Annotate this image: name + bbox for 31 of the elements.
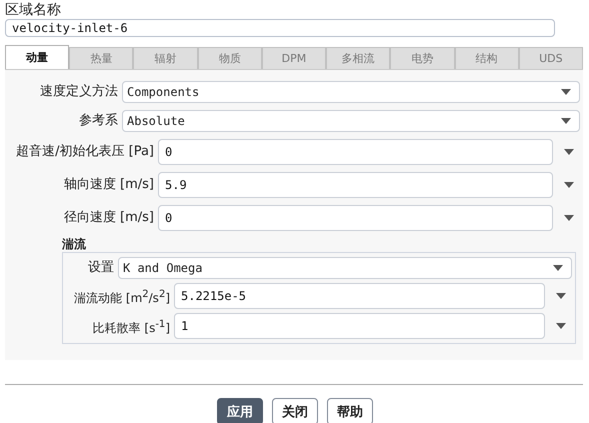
dialog-button[interactable]: 关闭: [272, 398, 318, 423]
dropdown[interactable]: Absolute: [122, 110, 580, 132]
caret-icon: [561, 118, 571, 124]
field-label: 径向速度 [m/s]: [62, 209, 155, 227]
field-label: 速度定义方法: [39, 83, 119, 101]
value-field[interactable]: 1: [174, 313, 545, 339]
value-field[interactable]: 0: [158, 139, 553, 165]
caret-icon[interactable]: [556, 293, 566, 299]
caret-icon[interactable]: [556, 323, 566, 329]
field-label: 参考系: [78, 112, 119, 130]
caret-icon[interactable]: [564, 182, 574, 188]
caret-icon[interactable]: [564, 215, 574, 221]
tab[interactable]: 动量: [5, 45, 70, 69]
field-label: 比耗散率 [s$^{-1}$]: [92, 318, 171, 336]
value-field[interactable]: 0: [158, 205, 553, 231]
caret-icon: [553, 265, 563, 271]
value-field[interactable]: 5.9: [158, 172, 553, 198]
group-title: 湍流: [62, 236, 87, 252]
caret-icon: [561, 89, 571, 95]
field-label: 超音速/初始化表压 [Pa]: [15, 143, 155, 161]
dialog-button[interactable]: 帮助: [327, 398, 373, 423]
dropdown[interactable]: Components: [122, 81, 580, 103]
field-label: 湍流动能 [m$^{2}$/s$^{2}$]: [73, 288, 171, 306]
zone-name-label: 区域名称: [5, 2, 62, 18]
value-field[interactable]: 5.2215e-5: [174, 283, 545, 309]
field-label: 设置: [87, 259, 115, 277]
caret-icon[interactable]: [564, 149, 574, 155]
field-label: 轴向速度 [m/s]: [62, 176, 155, 194]
zone-name-field[interactable]: velocity-inlet-6: [5, 19, 555, 37]
dialog-button[interactable]: 应用: [217, 398, 263, 423]
dropdown[interactable]: K and Omega: [118, 257, 572, 279]
